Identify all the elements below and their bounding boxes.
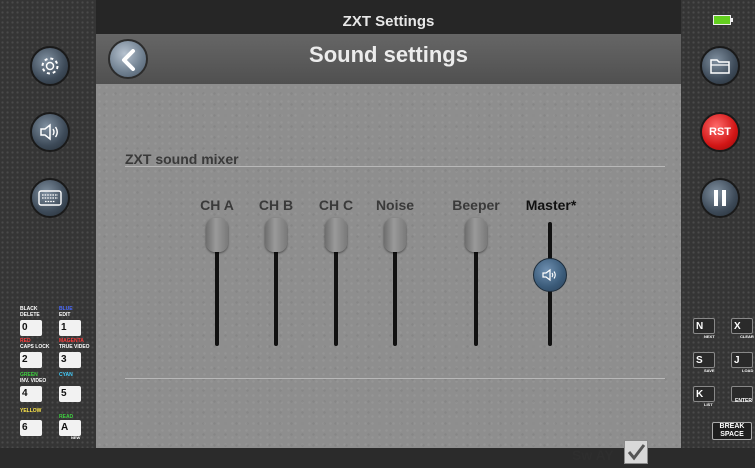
label-noise: Noise (375, 197, 415, 213)
key-1-top2-label: EDIT (59, 312, 71, 318)
space-label: SPACE (720, 431, 744, 438)
key-x-sub: CLEAR (740, 334, 754, 339)
key-k-sub: LIST (704, 402, 713, 407)
settings-button[interactable] (30, 46, 70, 86)
key-n-letter: N (696, 321, 704, 332)
top-strip (96, 0, 681, 10)
main-panel: ZXT sound mixer CH A CH B CH C Noise Bee… (96, 84, 681, 464)
key-6[interactable]: 6 (20, 420, 42, 436)
key-x[interactable]: X CLEAR (731, 318, 754, 339)
enter-key[interactable]: ENTER (731, 386, 753, 404)
enter-key-label: ENTER (735, 398, 752, 404)
key-5[interactable]: 5 (59, 386, 81, 402)
break-label: BREAK (719, 423, 745, 430)
key-6-top-label: YELLOW (20, 408, 42, 414)
checkmark-icon (627, 444, 646, 461)
label-beeper: Beeper (452, 197, 500, 213)
key-2-top2-label: CAPS LOCK (20, 344, 50, 350)
key-s-letter: S (696, 355, 703, 366)
battery-tip (731, 18, 733, 22)
key-4-top2-label: INV. VIDEO (20, 378, 47, 384)
key-0[interactable]: 0 (20, 320, 42, 336)
load-button[interactable] (700, 46, 740, 86)
key-4[interactable]: 4 (20, 386, 42, 402)
keyboard-icon (38, 190, 62, 206)
folder-icon (710, 59, 730, 74)
key-1[interactable]: 1 (59, 320, 81, 336)
reset-button[interactable]: RST (700, 112, 740, 152)
sw-ay-checkbox[interactable] (624, 440, 648, 464)
slider-handle-ch-c[interactable] (325, 218, 347, 252)
key-2[interactable]: 2 (20, 352, 42, 368)
key-s-sub: SAVE (704, 368, 715, 373)
key-k-letter: K (696, 389, 704, 400)
sound-button[interactable] (30, 112, 70, 152)
key-a-letter: A (61, 422, 69, 433)
page-title: Sound settings (309, 42, 468, 67)
speaker-icon (40, 123, 58, 141)
key-s[interactable]: S SAVE (693, 352, 715, 373)
key-a[interactable]: A NEW (59, 420, 81, 440)
key-j-letter: J (734, 355, 740, 366)
slider-handle-noise[interactable] (384, 218, 406, 252)
key-j-sub: LOAD (742, 368, 754, 373)
break-space-key[interactable]: BREAK SPACE (712, 422, 752, 440)
header: Sound settings (96, 34, 681, 84)
sw-ay-label: Sw AY (572, 447, 614, 463)
divider (125, 378, 665, 379)
speaker-icon (542, 268, 556, 282)
settings-icon (41, 57, 59, 75)
slider-handle-ch-a[interactable] (206, 218, 228, 252)
key-3[interactable]: 3 (59, 352, 81, 368)
key-0-top2-label: DELETE (20, 312, 40, 318)
battery-icon (713, 15, 731, 25)
key-5-top-label: CYAN (59, 372, 73, 378)
slider-handle-master[interactable] (533, 258, 567, 292)
pause-button[interactable] (700, 178, 740, 218)
key-k[interactable]: K LIST (693, 386, 715, 407)
key-j[interactable]: J LOAD (731, 352, 753, 373)
key-n-sub: NEXT (704, 334, 715, 339)
key-3-top2-label: TRUE VIDEO (59, 344, 90, 350)
pause-icon (714, 190, 726, 206)
divider (125, 166, 665, 167)
keyboard-button[interactable] (30, 178, 70, 218)
key-n[interactable]: N NEXT (693, 318, 715, 339)
key-a-sub: NEW (71, 435, 81, 440)
window-title: ZXT Settings (96, 10, 681, 34)
slider-handle-ch-b[interactable] (265, 218, 287, 252)
mixer-title: ZXT sound mixer (125, 151, 239, 167)
label-master: Master* (525, 197, 577, 213)
slider-handle-beeper[interactable] (465, 218, 487, 252)
